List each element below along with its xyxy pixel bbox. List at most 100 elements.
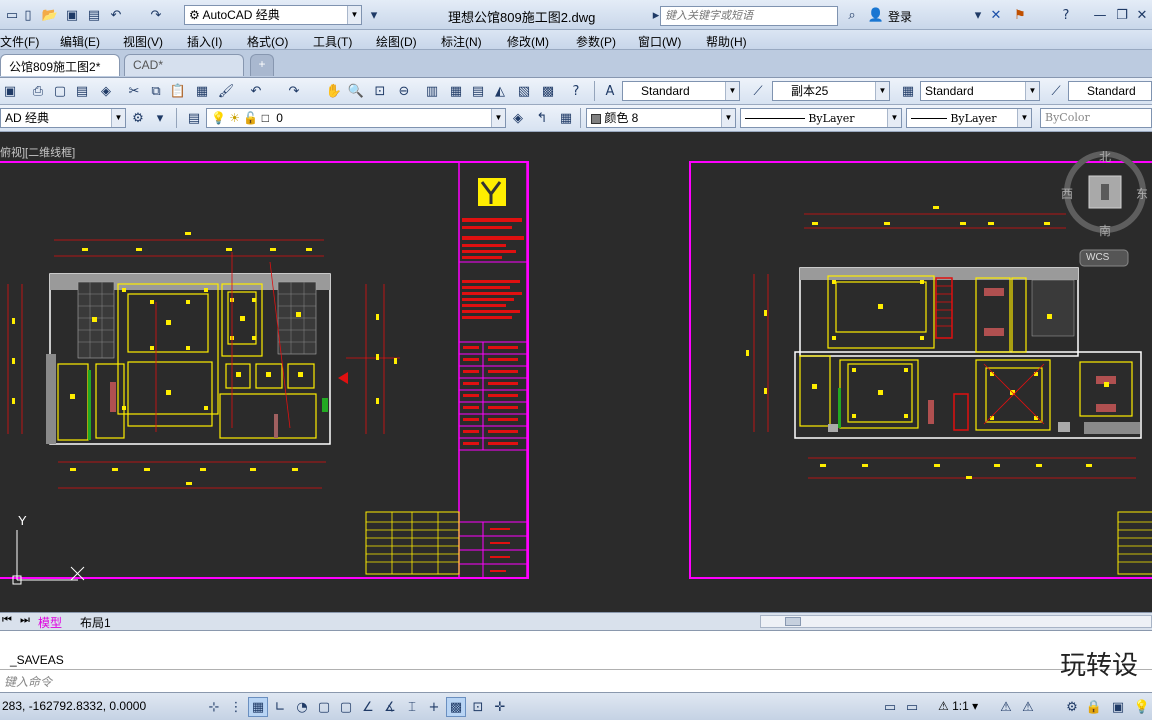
lock-icon[interactable]: 🔒 xyxy=(1084,697,1104,717)
make-current-layer-icon[interactable]: ◈ xyxy=(508,108,528,128)
tab-cad[interactable]: CAD* xyxy=(124,54,244,76)
quick-access-menu-icon[interactable]: ▾ xyxy=(364,5,384,25)
undo-icon[interactable]: ↶ xyxy=(246,81,266,101)
polar-tracking-icon[interactable]: ◔ xyxy=(292,697,312,717)
text-style-dropdown[interactable]: Standard ▼ xyxy=(622,81,740,101)
table-style-icon[interactable]: ▦ xyxy=(898,81,918,101)
paste-block-icon[interactable]: ▦ xyxy=(192,81,212,101)
menu-modify[interactable]: 修改(M) xyxy=(507,33,549,50)
tab-layout1[interactable]: 布局1 xyxy=(80,614,111,631)
design-center-icon[interactable]: ▦ xyxy=(446,81,466,101)
annotation-scale[interactable]: ⚠ 1:1 ▾ xyxy=(938,699,978,713)
layout-nav-last-icon[interactable]: ⏭ xyxy=(20,614,30,627)
lineweight-dropdown[interactable]: ByLayer ▼ xyxy=(906,108,1032,128)
print-icon[interactable]: ⎙ xyxy=(28,81,48,101)
print-preview-icon[interactable]: ▢ xyxy=(50,81,70,101)
saveas-icon[interactable]: ▤ xyxy=(84,5,104,25)
3d-dwf-icon[interactable]: ◈ xyxy=(96,81,116,101)
menu-insert[interactable]: 插入(I) xyxy=(187,33,222,50)
drawing-canvas[interactable]: 俯视][二维线框] Y 北 南 东 西 WCS xyxy=(0,132,1152,612)
publish-icon[interactable]: ▤ xyxy=(72,81,92,101)
zoom-previous-icon[interactable]: ⊖ xyxy=(394,81,414,101)
zoom-realtime-icon[interactable]: 🔍 xyxy=(346,81,366,101)
selection-cycling-icon[interactable]: ✛ xyxy=(490,697,510,717)
snap-icon[interactable]: ⋮ xyxy=(226,697,246,717)
open-icon[interactable]: 📂 xyxy=(40,5,60,25)
viewcube[interactable] xyxy=(1064,151,1146,267)
restore-icon[interactable]: ❐ xyxy=(1112,5,1132,25)
workspace-dropdown[interactable]: ⚙ AutoCAD 经典 ▼ xyxy=(184,5,362,25)
quick-view-layouts-icon[interactable]: ▭ xyxy=(902,697,922,717)
save-icon[interactable]: ▣ xyxy=(0,81,20,101)
ortho-icon[interactable]: ∟ xyxy=(270,697,290,717)
workspace-dropdown[interactable]: AD 经典 ▼ xyxy=(0,108,126,128)
help-icon[interactable]: ? xyxy=(566,81,586,101)
layer-states-icon[interactable]: ▦ xyxy=(556,108,576,128)
menu-dimension[interactable]: 标注(N) xyxy=(441,33,482,50)
save-icon[interactable]: ▣ xyxy=(62,5,82,25)
linetype-dropdown[interactable]: ByLayer ▼ xyxy=(740,108,902,128)
coordinate-readout[interactable]: 283, -162792.8332, 0.0000 xyxy=(2,699,146,713)
layer-previous-icon[interactable]: ↰ xyxy=(532,108,552,128)
exchange-icon[interactable]: ✕ xyxy=(986,5,1006,25)
scrollbar-thumb[interactable] xyxy=(785,617,801,626)
infer-constraints-icon[interactable]: ⊹ xyxy=(204,697,224,717)
grid-icon[interactable]: ▦ xyxy=(248,697,268,717)
lineweight-icon[interactable]: + xyxy=(424,697,444,717)
layout-nav-first-icon[interactable]: ⏮ xyxy=(2,614,12,627)
multileader-style-icon[interactable]: ⟋ xyxy=(1046,81,1066,101)
workspace-switch-gear-icon[interactable]: ⚙ xyxy=(1062,697,1082,717)
redo-icon[interactable]: ↷ xyxy=(284,81,304,101)
menu-edit[interactable]: 编辑(E) xyxy=(60,33,100,50)
table-style-dropdown[interactable]: Standard ▼ xyxy=(920,81,1040,101)
layer-manager-icon[interactable]: ▤ xyxy=(184,108,204,128)
menu-window[interactable]: 窗口(W) xyxy=(638,33,681,50)
dynamic-ucs-icon[interactable]: ∡ xyxy=(380,697,400,717)
help-icon[interactable]: ? xyxy=(1056,5,1076,25)
horizontal-scrollbar[interactable] xyxy=(760,615,1152,628)
menu-tools[interactable]: 工具(T) xyxy=(313,33,352,50)
pan-icon[interactable]: ✋ xyxy=(324,81,344,101)
login-link[interactable]: 登录 xyxy=(888,8,912,25)
tool-palettes-icon[interactable]: ▤ xyxy=(468,81,488,101)
color-dropdown[interactable]: 颜色 8 ▼ xyxy=(586,108,736,128)
sheet-set-icon[interactable]: ◭ xyxy=(490,81,510,101)
menu-draw[interactable]: 绘图(D) xyxy=(376,33,417,50)
new-tab-plus-icon[interactable]: + xyxy=(250,54,274,76)
minimize-icon[interactable]: — xyxy=(1090,5,1110,25)
3d-osnap-icon[interactable]: ▢ xyxy=(336,697,356,717)
zoom-window-icon[interactable]: ⊡ xyxy=(370,81,390,101)
annotation-visibility-icon[interactable]: ⚠ xyxy=(996,697,1016,717)
dynamic-input-icon[interactable]: ⌶ xyxy=(402,697,422,717)
match-properties-icon[interactable]: 🖌 xyxy=(216,81,236,101)
chevron-down-icon[interactable]: ▾ xyxy=(968,5,988,25)
search-input[interactable]: 键入关键字或短语 xyxy=(660,6,838,26)
wcs-menu[interactable]: WCS xyxy=(1086,252,1109,263)
menu-help[interactable]: 帮助(H) xyxy=(706,33,747,50)
customize-icon[interactable]: ▾ xyxy=(150,108,170,128)
redo-icon[interactable]: ↷ xyxy=(146,5,166,25)
close-icon[interactable]: ✕ xyxy=(1132,5,1152,25)
menu-file[interactable]: 文件(F) xyxy=(0,33,39,50)
layer-dropdown[interactable]: 💡 ☀ 🔓 □ 0 ▼ xyxy=(206,108,506,128)
calculator-icon[interactable]: ▩ xyxy=(538,81,558,101)
binoculars-icon[interactable]: ⌕ xyxy=(842,5,862,25)
command-input-row[interactable]: 键入命令 xyxy=(0,669,1152,691)
multileader-style-dropdown[interactable]: Standard xyxy=(1068,81,1152,101)
menu-format[interactable]: 格式(O) xyxy=(247,33,288,50)
object-snap-icon[interactable]: ▢ xyxy=(314,697,334,717)
markup-icon[interactable]: ▧ xyxy=(514,81,534,101)
undo-icon[interactable]: ↶ xyxy=(106,5,126,25)
object-snap-tracking-icon[interactable]: ∠ xyxy=(358,697,378,717)
paste-icon[interactable]: 📋 xyxy=(168,81,188,101)
tab-model[interactable]: 模型 xyxy=(38,614,62,631)
hardware-acceleration-icon[interactable]: ▣ xyxy=(1108,697,1128,717)
user-icon[interactable]: 👤 xyxy=(866,5,886,25)
tab-active-drawing[interactable]: 公馆809施工图2* × xyxy=(0,54,120,89)
network-icon[interactable]: ⚑ xyxy=(1010,5,1030,25)
quick-properties-icon[interactable]: ⊡ xyxy=(468,697,488,717)
menu-view[interactable]: 视图(V) xyxy=(123,33,163,50)
dim-style-dropdown[interactable]: 副本25 ▼ xyxy=(772,81,890,101)
properties-icon[interactable]: ▥ xyxy=(422,81,442,101)
text-style-icon[interactable]: A xyxy=(600,81,620,101)
